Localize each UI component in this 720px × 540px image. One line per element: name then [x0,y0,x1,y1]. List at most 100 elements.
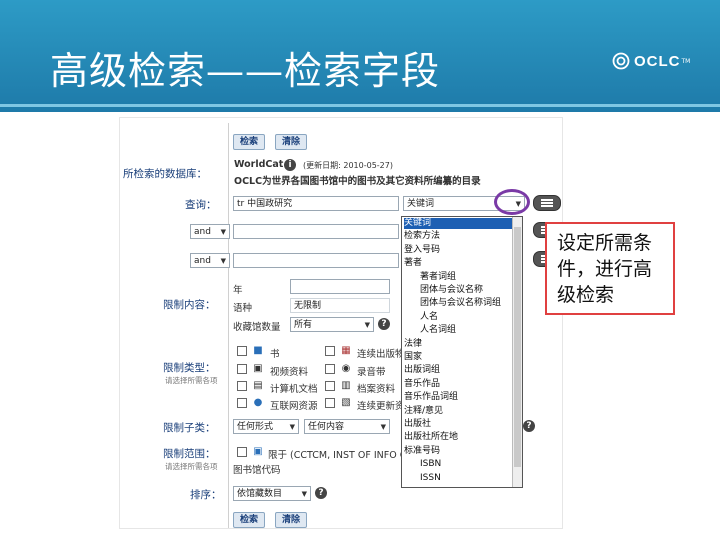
scope-checkbox[interactable] [237,447,247,457]
limits-label: 限制内容： [163,299,216,311]
holdings-label: 收藏馆数量 [233,322,281,333]
search-button-bottom[interactable]: 检索 [233,512,266,528]
dropdown-option[interactable]: 登入号码 [404,245,512,256]
type-checkbox-continuing[interactable] [325,398,335,408]
dropdown-option[interactable]: 团体与会议名称 [420,285,512,296]
dropdown-option[interactable]: 法律 [404,339,512,350]
type-checkbox-computer[interactable] [237,381,247,391]
query-value-1: 中国政研究 [247,199,293,209]
type-archive-label: 档案资料 [357,384,396,395]
database-updated: (更新日期: 2010-05-27) [303,161,393,170]
type-serial-label: 连续出版物 [357,349,401,360]
archive-icon: ▥ [341,380,351,391]
dropdown-option[interactable]: ISSN [420,473,512,484]
help-icon[interactable]: ? [378,318,390,330]
operator-select-3[interactable]: and ▼ [190,253,230,268]
dropdown-option[interactable]: 团体与会议名称词组 [420,298,512,309]
header-divider [0,104,720,107]
type-book-label: 书 [270,349,280,360]
chevron-down-icon: ▼ [301,490,307,498]
field-dropdown-list[interactable]: 关键词检索方法登入号码著者著者词组团体与会议名称 团体与会议名称词组 人名人名词组法… [401,216,523,488]
type-checkbox-video[interactable] [237,364,247,374]
chevron-down-icon: ▼ [220,257,226,265]
book-icon: ■ [253,345,263,356]
clear-button-bottom[interactable]: 清除 [275,512,308,528]
language-select[interactable]: 无限制 [290,298,390,313]
scope-label: 限制范围： [163,448,216,460]
dropdown-option[interactable]: 检索方法 [404,231,512,242]
dropdown-option[interactable]: 音乐作品词组 [404,392,512,403]
disk-icon: ▤ [253,380,263,391]
database-name[interactable]: WorldCat [234,159,283,170]
slide-title: 高级检索——检索字段 [50,49,441,93]
type-checkbox-serial[interactable] [325,346,335,356]
oclc-globe-icon [612,52,630,70]
clear-button-top[interactable]: 清除 [275,134,308,150]
query-prefix: tr [237,199,245,209]
subtype-content-value: 任何内容 [308,422,345,432]
logo-text: OCLC [634,52,681,70]
dropdown-option[interactable]: 出版社 [404,419,512,430]
help-icon[interactable]: ? [315,487,327,499]
query-input-2[interactable] [233,224,399,239]
dropdown-option[interactable]: 人名词组 [420,325,512,336]
dropdown-option[interactable]: 关键词 [404,218,512,229]
dropdown-option[interactable]: 著者词组 [420,272,512,283]
dropdown-option[interactable]: 国家 [404,352,512,363]
annotation-callout: 设定所需条 件，进行高 级检索 [545,222,675,315]
subtype-content-select[interactable]: 任何内容 ▼ [304,419,390,434]
sort-select[interactable]: 依馆藏数目 ▼ [233,486,311,501]
sort-label: 排序： [190,489,222,501]
chevron-down-icon: ▼ [364,321,370,329]
subtype-label: 限制子类： [163,422,216,434]
database-info-icon[interactable]: i [284,159,296,171]
dropdown-option[interactable]: 注释/意见 [404,406,512,417]
type-computer-label: 计算机文档 [270,384,318,395]
holdings-select[interactable]: 所有 ▼ [290,317,374,332]
field-select-1-value: 关键词 [407,199,435,209]
year-input[interactable] [290,279,390,294]
library-icon: ▣ [253,446,263,457]
type-video-label: 视频资料 [270,367,309,378]
dropdown-option[interactable]: 出版社所在地 [404,432,512,443]
type-sublabel: 请选择所需各项 [165,376,218,385]
dropdown-option[interactable]: 人名 [420,312,512,323]
continuing-icon: ▧ [341,397,351,408]
dropdown-option[interactable]: 著者 [404,258,512,269]
video-icon: ▣ [253,363,263,374]
globe-icon: ● [253,397,263,408]
callout-line-2: 件，进行高 [557,258,653,280]
type-internet-label: 互联网资源 [270,401,318,412]
subtype-format-select[interactable]: 任何形式 ▼ [233,419,299,434]
query-input-3[interactable] [233,253,399,268]
add-row-icon[interactable] [533,195,561,211]
dropdown-option[interactable]: 标准号码 [404,446,512,457]
type-checkbox-audio[interactable] [325,364,335,374]
callout-line-1: 设定所需条 [557,232,653,254]
dropdown-scroll-thumb[interactable] [514,227,521,467]
highlight-circle [494,189,530,215]
dropdown-option[interactable]: ISBN [420,459,512,470]
type-checkbox-internet[interactable] [237,398,247,408]
language-value: 无限制 [294,301,322,311]
year-label: 年 [233,285,243,296]
type-checkbox-archive[interactable] [325,381,335,391]
operator-select-2[interactable]: and ▼ [190,224,230,239]
type-checkbox-book[interactable] [237,346,247,356]
logo-trademark: TM [681,57,691,65]
dropdown-option[interactable]: 音乐作品 [404,379,512,390]
operator-2-value: and [194,227,211,237]
search-button-top[interactable]: 检索 [233,134,266,150]
newspaper-icon: ▦ [341,345,351,356]
type-continuing-label: 连续更新资源 [357,401,401,412]
scope-sublabel: 请选择所需各项 [165,462,218,471]
help-icon[interactable]: ? [523,420,535,432]
chevron-down-icon: ▼ [380,423,386,431]
dropdown-option[interactable]: 出版词组 [404,365,512,376]
chevron-down-icon: ▼ [289,423,295,431]
database-description: OCLC为世界各国图书馆中的图书及其它资料所编纂的目录 [234,176,481,187]
dropdown-scrollbar[interactable] [512,217,522,487]
database-label: 所检索的数据库： [123,168,207,180]
query-label: 查询： [185,199,217,211]
query-input-1[interactable]: tr 中国政研究 [233,196,399,211]
